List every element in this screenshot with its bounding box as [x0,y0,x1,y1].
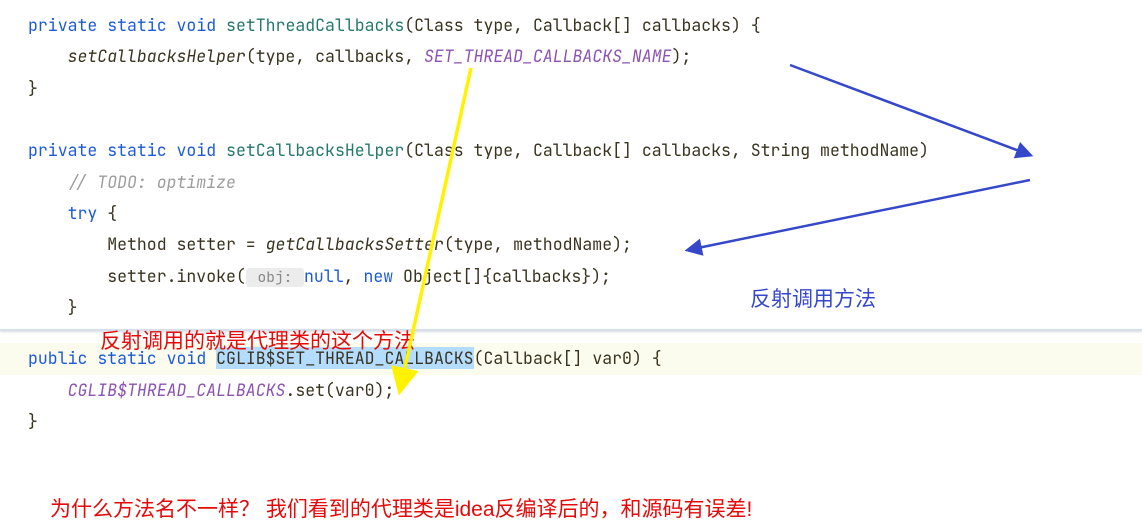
comment: // TODO: optimize [68,171,236,193]
text: Method setter = [107,233,265,255]
code-line: setCallbacksHelper(type, callbacks, SET_… [0,41,1142,72]
code-line: CGLIB$THREAD_CALLBACKS.set(var0); [0,375,1142,406]
keyword-void: void [177,14,217,36]
method-call: setCallbacksHelper [68,45,246,67]
code-line: private static void setCallbacksHelper(C… [0,135,1142,166]
keyword-static: static [107,14,166,36]
keyword-void: void [177,139,217,161]
code-line: setter.invoke( obj: null, new Object[]{c… [0,261,1142,292]
keyword-static: static [107,139,166,161]
keyword-new: new [363,265,393,287]
code-line: // TODO: optimize [0,167,1142,198]
code-line: Method setter = getCallbacksSetter(type,… [0,229,1142,260]
code-line: } [0,73,1142,104]
annotation-blue-1: 反射调用方法 [750,280,876,320]
param-hint: obj: [246,268,304,287]
brace: { [97,202,117,224]
method-call: getCallbacksSetter [266,233,444,255]
keyword-null: null [304,265,344,287]
keyword-public: public [28,347,87,369]
keyword-try: try [68,202,98,224]
code-line: } [0,292,1142,323]
text: (type, callbacks, [246,45,424,67]
text: .set(var0); [285,379,394,401]
constant: SET_THREAD_CALLBACKS_NAME [424,45,672,67]
annotation-red-1: 反射调用的就是代理类的这个方法 [100,322,415,362]
method-name: setThreadCallbacks [226,14,404,36]
params: (Callback[] var0) { [474,347,662,369]
field: CGLIB$THREAD_CALLBACKS [68,379,286,401]
keyword-private: private [28,14,97,36]
keyword-private: private [28,139,97,161]
blank-line [0,104,1142,135]
text: ); [672,45,692,67]
text: setter.invoke( [107,265,246,287]
text: Object[]{callbacks}); [393,265,611,287]
method-name: setCallbacksHelper [226,139,404,161]
code-line: try { [0,198,1142,229]
text: , [344,265,364,287]
code-line: } [0,406,1142,437]
params: (Class type, Callback[] callbacks) { [404,14,760,36]
text: (type, methodName); [444,233,632,255]
params: (Class type, Callback[] callbacks, Strin… [404,139,939,161]
annotation-red-2: 为什么方法名不一样？ 我们看到的代理类是idea反编译后的，和源码有误差! [50,490,752,530]
code-line: private static void setThreadCallbacks(C… [0,10,1142,41]
brace: } [68,296,78,318]
